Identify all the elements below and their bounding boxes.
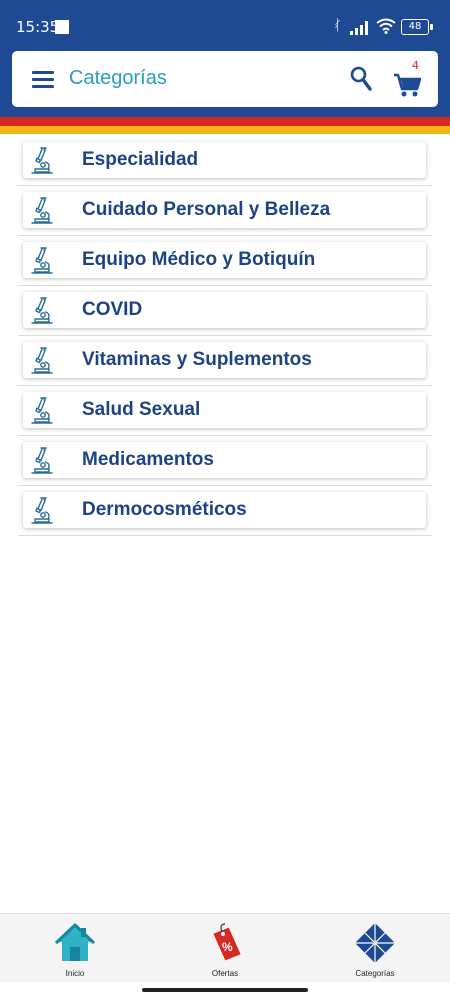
- nav-label: Ofertas: [211, 969, 239, 978]
- microscope-icon: [31, 147, 53, 174]
- status-bar: 15:35 ᚰ 48: [0, 14, 450, 40]
- cart-count-badge: 4: [412, 59, 419, 72]
- search-icon[interactable]: [350, 66, 372, 92]
- list-item: Vitaminas y Suplementos: [18, 336, 432, 386]
- wifi-icon: [376, 18, 396, 34]
- svg-text:%: %: [222, 940, 233, 954]
- category-label: COVID: [82, 299, 143, 320]
- list-item: Medicamentos: [18, 436, 432, 486]
- microscope-icon: [31, 447, 53, 474]
- status-time: 15:35: [16, 18, 60, 36]
- category-list: Especialidad Cuidado Personal y Belleza: [18, 136, 432, 536]
- category-card-medicamentos[interactable]: Medicamentos: [23, 442, 426, 478]
- list-item: Salud Sexual: [18, 386, 432, 436]
- category-label: Salud Sexual: [82, 399, 201, 420]
- microscope-icon: [31, 497, 53, 524]
- category-card-dermocosmeticos[interactable]: Dermocosméticos: [23, 492, 426, 528]
- category-card-salud-sexual[interactable]: Salud Sexual: [23, 392, 426, 428]
- category-label: Medicamentos: [82, 449, 214, 470]
- brand-stripe-yellow: [0, 126, 450, 134]
- app-bar: Categorías 4: [12, 51, 438, 107]
- home-indicator[interactable]: [142, 988, 308, 992]
- microscope-icon: [31, 347, 53, 374]
- category-card-equipo-medico[interactable]: Equipo Médico y Botiquín: [23, 242, 426, 278]
- nav-item-ofertas[interactable]: % Ofertas: [165, 914, 285, 983]
- nav-item-inicio[interactable]: Inicio: [15, 914, 135, 983]
- bottom-navigation: Inicio % Ofertas Categorías: [0, 913, 450, 982]
- microscope-icon: [31, 397, 53, 424]
- list-item: COVID: [18, 286, 432, 336]
- hamburger-menu-icon[interactable]: [32, 71, 54, 88]
- categories-diamond-icon: [355, 923, 395, 963]
- brand-stripe-red: [0, 117, 450, 126]
- list-item: Especialidad: [18, 136, 432, 186]
- category-label: Dermocosméticos: [82, 499, 247, 520]
- page-title: Categorías: [69, 67, 167, 89]
- category-label: Equipo Médico y Botiquín: [82, 249, 316, 270]
- category-label: Especialidad: [82, 149, 199, 170]
- category-card-vitaminas[interactable]: Vitaminas y Suplementos: [23, 342, 426, 378]
- microscope-icon: [31, 297, 53, 324]
- list-item: Cuidado Personal y Belleza: [18, 186, 432, 236]
- nav-label: Categorías: [355, 969, 395, 978]
- microscope-icon: [31, 247, 53, 274]
- bluetooth-icon: ᚰ: [333, 16, 343, 34]
- notification-icon: [55, 20, 69, 34]
- list-item: Equipo Médico y Botiquín: [18, 236, 432, 286]
- home-icon: [55, 923, 95, 961]
- microscope-icon: [31, 197, 53, 224]
- nav-label: Inicio: [65, 969, 85, 978]
- cart-button[interactable]: 4: [393, 59, 425, 99]
- nav-item-categorias[interactable]: Categorías: [315, 914, 435, 983]
- category-card-especialidad[interactable]: Especialidad: [23, 142, 426, 178]
- list-item: Dermocosméticos: [18, 486, 432, 536]
- category-label: Cuidado Personal y Belleza: [82, 199, 331, 220]
- category-card-cuidado-personal[interactable]: Cuidado Personal y Belleza: [23, 192, 426, 228]
- shopping-cart-icon: [394, 73, 421, 97]
- signal-icon: [350, 21, 368, 35]
- battery-indicator: 48: [401, 19, 433, 35]
- category-card-covid[interactable]: COVID: [23, 292, 426, 328]
- category-label: Vitaminas y Suplementos: [82, 349, 312, 370]
- discount-tag-icon: %: [213, 923, 241, 961]
